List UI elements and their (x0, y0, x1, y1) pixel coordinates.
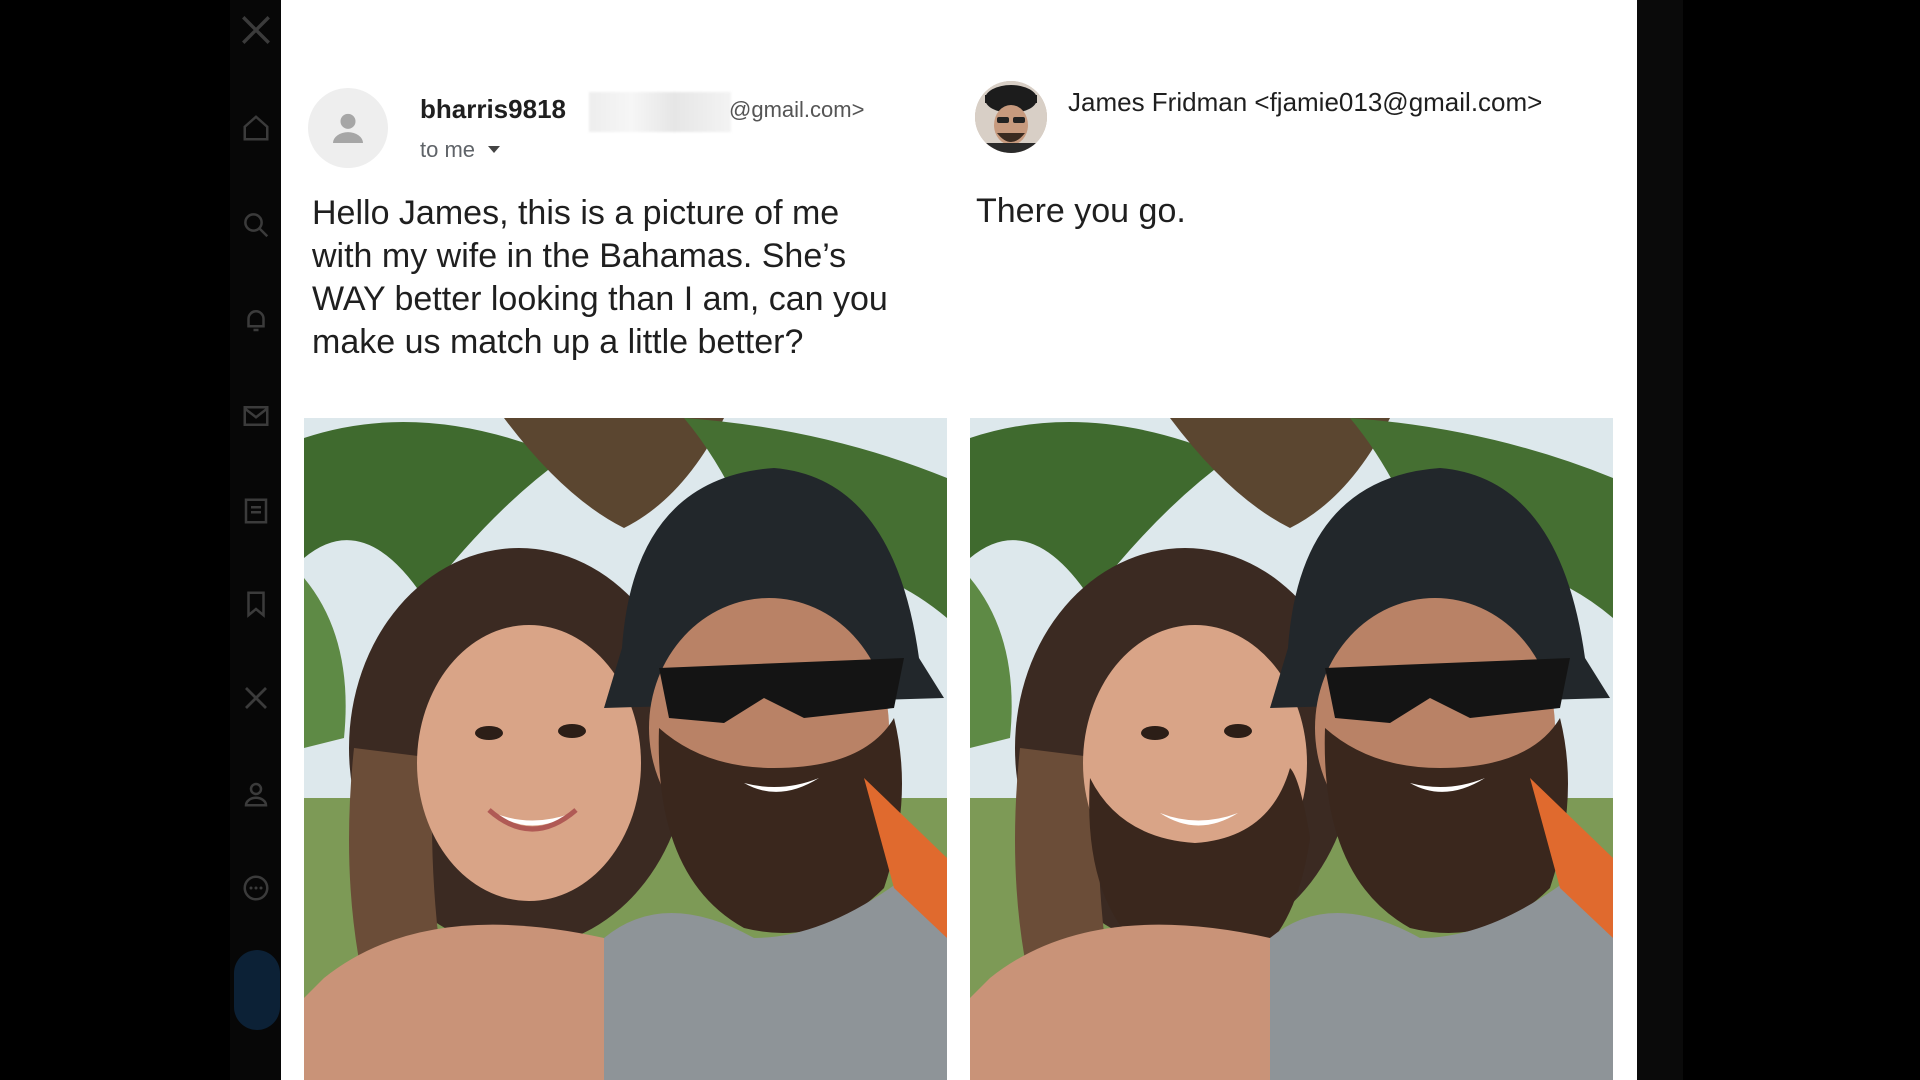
search-icon[interactable] (238, 207, 274, 243)
post-button[interactable] (234, 950, 280, 1030)
bell-icon[interactable] (238, 302, 274, 338)
more-icon[interactable] (238, 870, 274, 906)
right-panel-edge (1637, 0, 1683, 1080)
redacted-email-blur (589, 92, 731, 132)
message-line: Hello James, this is a picture of me (312, 194, 840, 232)
profile-icon[interactable] (238, 776, 274, 812)
mail-icon[interactable] (238, 398, 274, 434)
message-line: WAY better looking than I am, can you (312, 280, 888, 318)
sender-email-domain: @gmail.com> (729, 97, 865, 122)
x-icon[interactable] (238, 680, 274, 716)
original-message: Hello James, this is a picture of me wit… (312, 192, 952, 364)
original-photo (304, 418, 947, 1080)
caret-down-icon[interactable] (487, 145, 501, 155)
person-icon (333, 113, 363, 143)
message-line: make us match up a little better? (312, 323, 804, 361)
sender-avatar (308, 88, 388, 168)
x-logo-icon[interactable] (238, 12, 274, 48)
to-me-label: to me (420, 137, 476, 162)
message-line: with my wife in the Bahamas. She’s (312, 237, 847, 275)
recipient-line[interactable]: to me (420, 137, 501, 163)
reply-sender-line: James Fridman <fjamie013@gmail.com> (1068, 87, 1543, 117)
edited-photo (970, 418, 1613, 1080)
sidebar (230, 0, 282, 1080)
home-icon[interactable] (238, 110, 274, 146)
james-avatar (975, 81, 1047, 153)
email-comparison-card: bharris9818 @gmail.com> to me James Frid… (281, 0, 1637, 1080)
list-icon[interactable] (238, 493, 274, 529)
sender-name: bharris9818 (420, 94, 566, 124)
reply-message: There you go. (976, 192, 1186, 230)
bookmark-icon[interactable] (238, 586, 274, 622)
right-panel-dim (1683, 0, 1920, 1080)
